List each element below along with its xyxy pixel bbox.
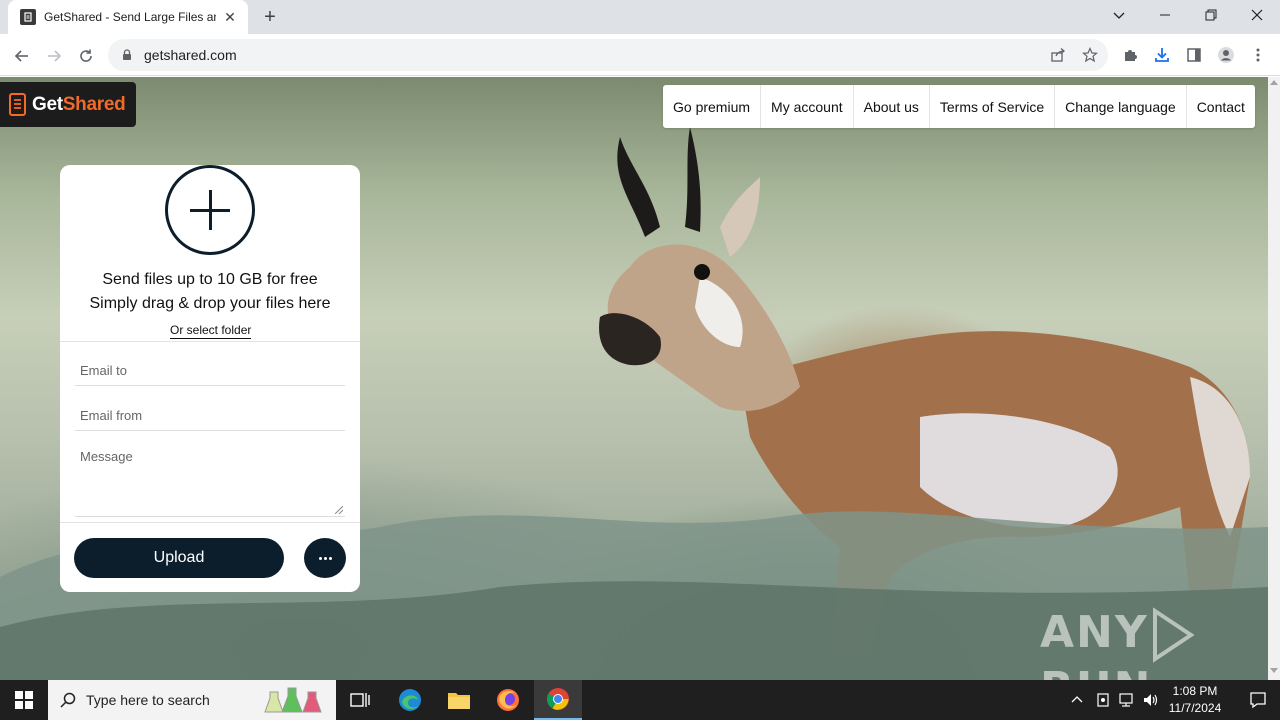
- card-divider-bottom: [60, 522, 360, 523]
- upload-card: Send files up to 10 GB for free Simply d…: [60, 165, 360, 592]
- add-files-plus-icon[interactable]: [165, 165, 255, 255]
- search-icon: [60, 692, 76, 708]
- email-from-field[interactable]: Email from: [75, 395, 345, 431]
- play-triangle-icon: [1152, 607, 1195, 663]
- more-options-button[interactable]: [304, 538, 346, 578]
- nav-go-premium[interactable]: Go premium: [663, 85, 762, 128]
- upload-button[interactable]: Upload: [74, 538, 284, 578]
- email-to-field[interactable]: Email to: [75, 350, 345, 386]
- select-folder-link[interactable]: Or select folder: [170, 323, 252, 339]
- search-highlight-flasks-icon: [264, 687, 322, 713]
- card-divider-top: [60, 341, 360, 342]
- taskbar-search-box[interactable]: Type here to search: [48, 680, 336, 720]
- network-icon[interactable]: [1118, 680, 1136, 720]
- notification-center-icon[interactable]: [1236, 680, 1280, 720]
- windows-taskbar: Type here to search 1:08 PM 11/7/2024: [0, 680, 1280, 720]
- anyrun-watermark: ANY RUN: [1040, 607, 1268, 680]
- scroll-up-arrow-icon[interactable]: [1270, 80, 1278, 85]
- address-bar[interactable]: getshared.com: [108, 39, 1108, 71]
- edge-browser-icon[interactable]: [386, 680, 434, 720]
- watermark-text-left: ANY: [1040, 607, 1149, 658]
- browser-tab-strip: GetShared - Send Large Files and Photos …: [0, 0, 1280, 34]
- logo-text: GetShared: [32, 93, 126, 116]
- message-placeholder: Message: [80, 449, 133, 464]
- volume-icon[interactable]: [1142, 680, 1160, 720]
- tab-title: GetShared - Send Large Files and Photos: [44, 10, 216, 24]
- url-text: getshared.com: [144, 47, 237, 63]
- clock-date: 11/7/2024: [1168, 701, 1222, 715]
- top-navigation: Go premium My account About us Terms of …: [663, 85, 1255, 128]
- minimize-icon[interactable]: [1142, 0, 1188, 30]
- logo-text-accent: Shared: [62, 93, 126, 115]
- getshared-logo[interactable]: GetShared: [0, 82, 136, 127]
- restore-icon[interactable]: [1188, 0, 1234, 30]
- message-field[interactable]: Message: [75, 437, 345, 517]
- site-favicon-icon: [20, 9, 36, 25]
- nav-about-us[interactable]: About us: [854, 85, 930, 128]
- file-explorer-icon[interactable]: [435, 680, 483, 720]
- upload-limit-text: Send files up to 10 GB for free: [102, 271, 318, 288]
- dot-icon: [318, 556, 322, 560]
- forward-arrow-icon[interactable]: [40, 42, 68, 70]
- drag-drop-hint: Simply drag & drop your files here: [89, 295, 331, 312]
- tab-close-icon[interactable]: ✕: [220, 7, 240, 27]
- show-hidden-icons-chevron-icon[interactable]: [1070, 680, 1084, 720]
- download-icon[interactable]: [1149, 42, 1175, 68]
- scroll-down-arrow-icon[interactable]: [1270, 668, 1278, 673]
- dot-icon: [328, 556, 332, 560]
- nav-contact[interactable]: Contact: [1187, 85, 1255, 128]
- windows-logo-icon: [15, 691, 33, 709]
- browser-toolbar: getshared.com: [0, 34, 1280, 76]
- chrome-icon[interactable]: [534, 680, 582, 720]
- getshared-logo-icon: [9, 92, 26, 116]
- close-window-icon[interactable]: [1234, 0, 1280, 30]
- firefox-icon[interactable]: [484, 680, 532, 720]
- reload-icon[interactable]: [72, 42, 100, 70]
- search-placeholder: Type here to search: [86, 692, 210, 708]
- page-viewport: GetShared Go premium My account About us…: [0, 77, 1268, 680]
- tray-device-icon[interactable]: [1096, 680, 1110, 720]
- task-view-icon[interactable]: [336, 680, 384, 720]
- lock-icon: [123, 49, 131, 60]
- new-tab-button[interactable]: +: [258, 5, 282, 29]
- kebab-menu-icon[interactable]: [1245, 42, 1271, 68]
- nav-change-language[interactable]: Change language: [1055, 85, 1187, 128]
- back-arrow-icon[interactable]: [8, 42, 36, 70]
- logo-text-main: Get: [32, 93, 63, 115]
- share-icon[interactable]: [1045, 42, 1071, 68]
- browser-tab[interactable]: GetShared - Send Large Files and Photos …: [8, 0, 248, 34]
- resize-handle-icon[interactable]: [335, 506, 343, 514]
- tab-search-chevron-icon[interactable]: [1096, 0, 1142, 30]
- side-panel-icon[interactable]: [1181, 42, 1207, 68]
- nav-my-account[interactable]: My account: [761, 85, 854, 128]
- page-scrollbar[interactable]: [1268, 77, 1280, 680]
- extensions-puzzle-icon[interactable]: [1117, 42, 1143, 68]
- clock-time: 1:08 PM: [1172, 684, 1218, 698]
- bookmark-star-icon[interactable]: [1077, 42, 1103, 68]
- nav-terms-of-service[interactable]: Terms of Service: [930, 85, 1056, 128]
- dot-icon: [323, 556, 327, 560]
- profile-avatar-icon[interactable]: [1213, 42, 1239, 68]
- watermark-text-right: RUN: [1040, 663, 1152, 680]
- windows-start-button[interactable]: [0, 680, 48, 720]
- taskbar-clock[interactable]: 1:08 PM 11/7/2024: [1160, 683, 1230, 717]
